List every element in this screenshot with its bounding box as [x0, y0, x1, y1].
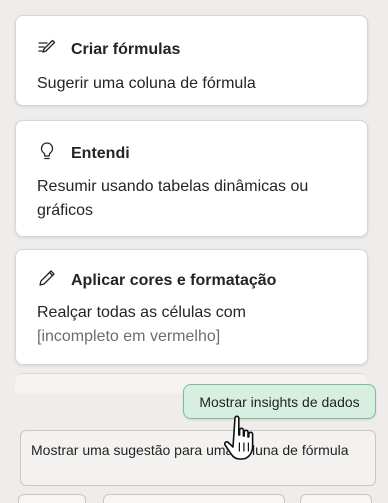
suggestion-card-create-formulas[interactable]: Criar fórmulas Sugerir uma coluna de fór… [15, 15, 368, 106]
card-description: Resumir usando tabelas dinâmicas ou gráf… [37, 178, 309, 219]
card-header: Aplicar cores e formatação [37, 268, 276, 293]
card-title: Aplicar cores e formatação [71, 271, 277, 289]
card-header: Entendi [37, 141, 130, 166]
card-title: Entendi [71, 144, 130, 162]
suggestion-prompt-box[interactable]: Mostrar uma sugestão para uma coluna de … [20, 430, 376, 486]
formula-pen-icon [37, 37, 57, 62]
suggestion-card-understand[interactable]: Entendi Resumir usando tabelas dinâmicas… [15, 120, 368, 237]
show-data-insights-button[interactable]: Mostrar insights de dados [183, 384, 376, 419]
pencil-icon [37, 268, 57, 293]
card-title: Criar fórmulas [71, 40, 181, 58]
card-placeholder-text: [incompleto em vermelho] [37, 328, 221, 345]
card-description: Realçar todas as células com [incompleto… [37, 301, 347, 349]
card-description: Sugerir uma coluna de fórmula [37, 75, 256, 92]
lightbulb-icon [37, 141, 57, 166]
bottom-chip-row [0, 492, 388, 503]
suggestion-card-apply-formatting[interactable]: Aplicar cores e formatação Realçar todas… [15, 249, 368, 365]
card-header: Criar fórmulas [37, 37, 180, 62]
card-description-line: Realçar todas as células com [37, 304, 246, 321]
